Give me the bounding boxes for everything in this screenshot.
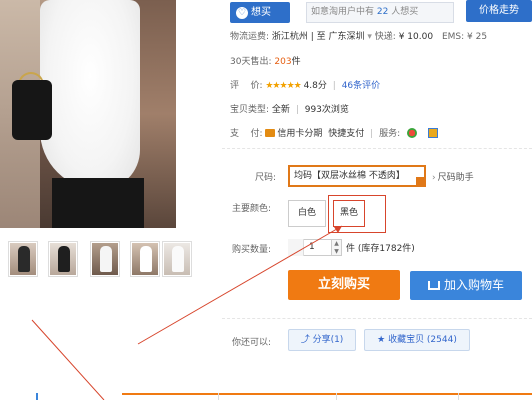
reviews-link[interactable]: 46条评价 — [342, 81, 380, 91]
ems-price: EMS: ¥ 25 — [441, 32, 488, 42]
want-button-label: 想买 — [251, 7, 271, 18]
rating-score: 4.8分 — [303, 81, 327, 91]
product-main-image[interactable] — [0, 0, 176, 228]
chevron-right-icon: › — [432, 173, 436, 183]
cart-icon — [427, 281, 440, 290]
credit-card-icon — [265, 129, 276, 137]
buy-now-button[interactable]: 立刻购买 — [288, 270, 400, 300]
rating-stars: ★★★★★ — [265, 81, 301, 91]
views-count: 993 — [304, 105, 322, 115]
shipping-route[interactable]: 浙江杭州 | 至 广东深圳 — [272, 32, 365, 42]
express-label: 快递: — [374, 32, 396, 42]
favorite-button[interactable]: ★ 收藏宝贝 (2544) — [364, 329, 470, 351]
top-action-bar: ♡ 想买 如意淘用户中有 22 人想买 价格走势 — [222, 0, 532, 24]
credit-card-installment[interactable]: 信用卡分期 — [277, 129, 322, 139]
size-guide-link[interactable]: › 尺码助手 — [432, 170, 474, 183]
express-price: ¥ 10.00 — [398, 32, 434, 42]
thumbnail-5[interactable] — [162, 241, 192, 277]
rating-label: 评 价: — [230, 81, 263, 91]
thumbnail-4[interactable] — [130, 241, 160, 277]
type-row: 宝贝类型: 全新 | 993次浏览 — [230, 105, 349, 115]
price-trend-button[interactable]: 价格走势 — [466, 0, 532, 22]
shipping-label: 物流运费: — [230, 32, 270, 42]
rating-row: 评 价: ★★★★★ 4.8分 | 46条评价 — [230, 81, 381, 91]
image-white-shirt — [40, 0, 140, 190]
image-black-bag — [12, 80, 52, 140]
sales-row: 30天售出: 203件 — [230, 55, 301, 69]
type-label: 宝贝类型: — [230, 105, 270, 115]
color-label: 主要颜色: — [232, 204, 272, 214]
stock-info: 件 (库存1782件) — [346, 244, 415, 254]
size-label: 尺码: — [255, 173, 277, 183]
size-option-text: 均码【双层冰丝棉 不透肉】 — [294, 171, 405, 181]
social-label: 你还可以: — [232, 338, 272, 348]
chevron-down-icon[interactable]: ▾ — [365, 32, 375, 42]
want-count: 22 — [376, 7, 389, 17]
payment-label: 支 付: — [230, 129, 263, 139]
image-black-pants — [52, 178, 144, 228]
star-icon: ★ — [377, 335, 389, 345]
add-to-cart-label: 加入购物车 — [443, 278, 504, 292]
guarantee-service-icon[interactable] — [427, 128, 438, 138]
size-option-selected[interactable]: 均码【双层冰丝棉 不透肉】 — [288, 165, 426, 187]
section-divider — [222, 148, 532, 149]
selected-check-icon — [416, 177, 424, 185]
share-button[interactable]: ⤴ 分享(1) — [288, 329, 356, 351]
thumbnail-2[interactable] — [48, 241, 78, 277]
thumbnail-1[interactable] — [8, 241, 38, 277]
sales-count: 203 — [274, 57, 292, 67]
want-button[interactable]: ♡ 想买 — [230, 2, 290, 23]
item-condition: 全新 — [271, 105, 290, 115]
heart-icon: ♡ — [236, 7, 248, 19]
want-count-banner: 如意淘用户中有 22 人想买 — [306, 2, 454, 23]
sales-unit: 件 — [291, 57, 301, 67]
share-icon: ⤴ — [300, 335, 313, 345]
thumbnail-3[interactable] — [90, 241, 120, 277]
shipping-row: 物流运费: 浙江杭州 | 至 广东深圳 ▾ 快递: ¥ 10.00 EMS: ¥… — [230, 30, 487, 44]
payment-row: 支 付: 信用卡分期 快捷支付 | 服务: — [230, 127, 438, 141]
quantity-label: 购买数量: — [232, 245, 272, 255]
quantity-stepper[interactable]: ▲ ▼ — [332, 239, 342, 256]
annotation-line-2 — [31, 319, 105, 400]
service-label: 服务: — [379, 129, 401, 139]
color-option-white[interactable]: 白色 — [288, 200, 326, 227]
quick-pay[interactable]: 快捷支付 — [328, 129, 364, 139]
section-divider-2 — [222, 318, 532, 319]
return-service-icon[interactable] — [406, 128, 417, 138]
add-to-cart-button[interactable]: 加入购物车 — [410, 271, 522, 300]
annotation-highlight-box — [328, 195, 386, 233]
quantity-decrease-button[interactable] — [288, 239, 304, 256]
sales-label: 30天售出: — [230, 57, 272, 67]
detail-tabs-bar — [122, 393, 532, 400]
